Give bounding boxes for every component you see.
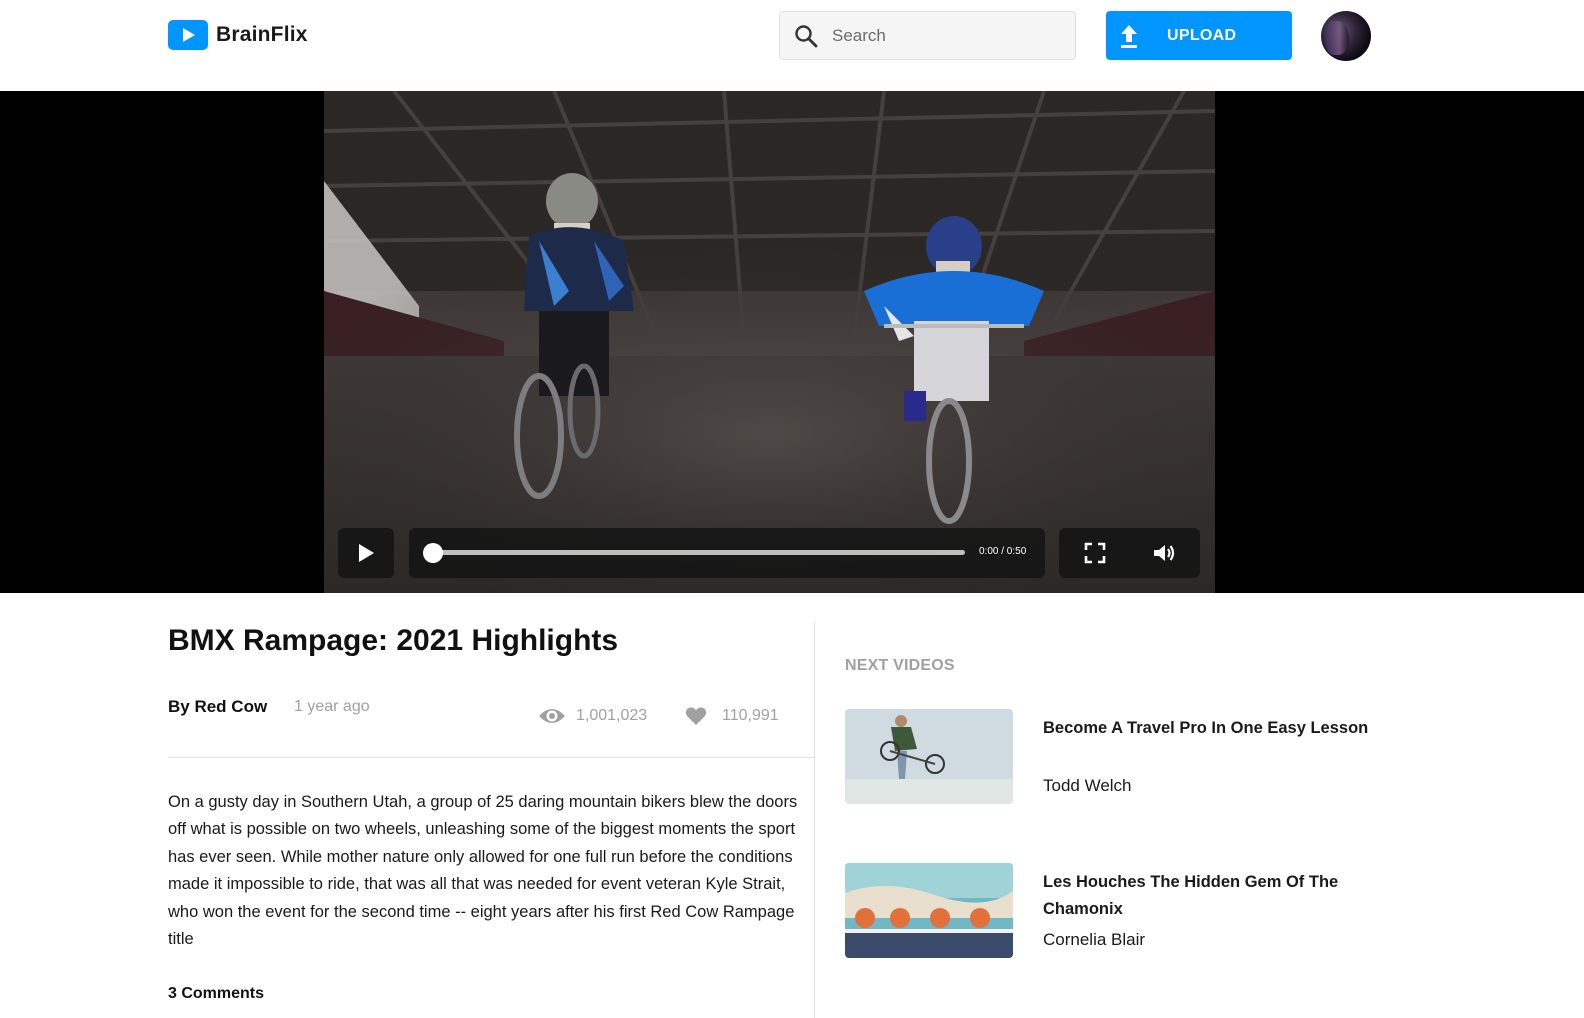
player-options [1059, 528, 1200, 578]
fullscreen-icon[interactable] [1084, 542, 1106, 564]
views-count: 1,001,023 [538, 706, 647, 726]
likes-count: 110,991 [685, 706, 779, 726]
next-video-channel: Todd Welch [1043, 776, 1132, 795]
eye-icon [539, 709, 565, 723]
play-logo-icon [168, 20, 208, 50]
search-icon [795, 24, 818, 47]
thumbnail-bmx-jump [845, 709, 1013, 804]
upload-label: UPLOAD [1167, 26, 1237, 44]
likes-value: 110,991 [722, 707, 779, 724]
upload-icon [1121, 24, 1137, 48]
video-title: BMX Rampage: 2021 Highlights [168, 624, 619, 657]
details-divider [168, 757, 814, 758]
video-thumbnail[interactable] [845, 709, 1013, 804]
video-frame-image [324, 91, 1215, 593]
search-input[interactable] [832, 25, 1052, 46]
upload-date: 1 year ago [294, 698, 370, 715]
play-button[interactable] [338, 528, 394, 578]
next-videos-heading: NEXT VIDEOS [845, 657, 955, 674]
time-readout: 0:00 / 0:50 [979, 546, 1027, 557]
comments-count: 3 Comments [168, 985, 265, 1002]
video-thumbnail[interactable] [845, 863, 1013, 958]
next-video-title[interactable]: Les Houches The Hidden Gem Of The Chamon… [1043, 869, 1383, 923]
next-video-title[interactable]: Become A Travel Pro In One Easy Lesson [1043, 715, 1383, 742]
next-video-channel: Cornelia Blair [1043, 930, 1146, 949]
volume-icon[interactable] [1152, 542, 1176, 564]
site-header: BrainFlix UPLOAD [0, 0, 1584, 91]
heart-icon[interactable] [685, 706, 707, 726]
brand-logo[interactable]: BrainFlix [168, 20, 308, 50]
channel-name[interactable]: By Red Cow [168, 697, 267, 717]
progress-controls: 0:00 / 0:50 [409, 528, 1045, 578]
progress-scrubber[interactable] [423, 543, 443, 563]
sidebar-divider [814, 622, 815, 1018]
upload-button[interactable]: UPLOAD [1106, 11, 1292, 60]
views-value: 1,001,023 [576, 707, 648, 724]
search-box[interactable] [779, 11, 1076, 60]
avatar[interactable] [1321, 11, 1371, 61]
video-player[interactable]: 0:00 / 0:50 [324, 91, 1215, 593]
thumbnail-beach [845, 863, 1013, 958]
video-player-area: 0:00 / 0:50 [0, 91, 1584, 593]
play-icon [359, 544, 374, 562]
progress-track[interactable] [433, 550, 965, 555]
brand-name: BrainFlix [216, 23, 308, 46]
video-description: On a gusty day in Southern Utah, a group… [168, 793, 798, 949]
